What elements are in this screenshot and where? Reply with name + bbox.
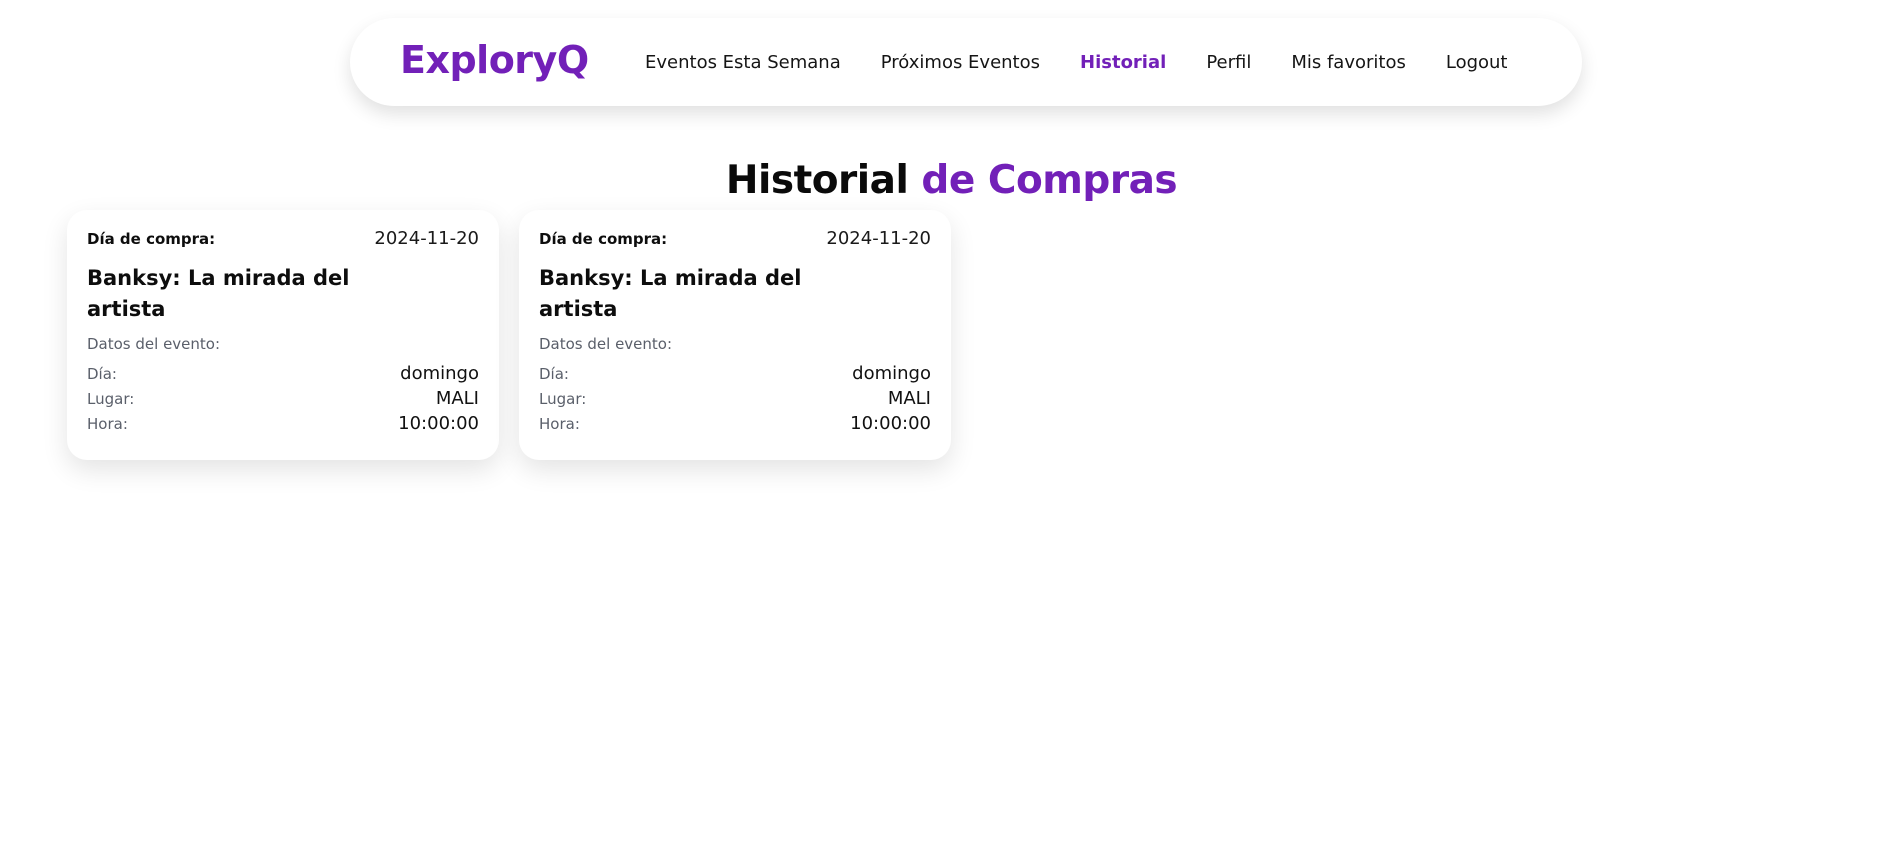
event-title: Banksy: La mirada del artista: [87, 266, 350, 321]
event-day-label: Día:: [539, 365, 569, 383]
event-time-value: 10:00:00: [850, 413, 931, 434]
purchase-date-value: 2024-11-20: [374, 228, 479, 249]
nav-link-historial[interactable]: Historial: [1080, 52, 1166, 73]
event-details-label: Datos del evento:: [539, 335, 673, 353]
event-day-label: Día:: [87, 365, 117, 383]
purchase-card: Día de compra: 2024-11-20 Banksy: La mir…: [67, 210, 499, 460]
event-day-value: domingo: [852, 363, 931, 384]
event-place-label: Lugar:: [87, 390, 135, 408]
event-details: Día: domingo Lugar: MALI Hora: 10:00:00: [87, 363, 479, 438]
nav-link-logout[interactable]: Logout: [1446, 52, 1508, 73]
page-title: Historial de Compras: [0, 154, 1903, 208]
nav-links: Eventos Esta Semana Próximos Eventos His…: [645, 18, 1548, 106]
event-place-value: MALI: [435, 388, 479, 409]
event-details-label: Datos del evento:: [87, 335, 221, 353]
purchase-date-label: Día de compra:: [539, 230, 668, 248]
event-title: Banksy: La mirada del artista: [539, 266, 802, 321]
purchase-date-value: 2024-11-20: [826, 228, 931, 249]
navbar: ExploryQ Eventos Esta Semana Próximos Ev…: [350, 18, 1582, 106]
purchase-card: Día de compra: 2024-11-20 Banksy: La mir…: [519, 210, 951, 460]
event-day-row: Día: domingo: [539, 363, 931, 388]
purchase-date-row: Día de compra: 2024-11-20: [87, 228, 479, 249]
nav-link-proximos-eventos[interactable]: Próximos Eventos: [881, 52, 1040, 73]
event-place-row: Lugar: MALI: [87, 388, 479, 413]
event-time-row: Hora: 10:00:00: [539, 413, 931, 438]
nav-link-mis-favoritos[interactable]: Mis favoritos: [1291, 52, 1406, 73]
event-day-row: Día: domingo: [87, 363, 479, 388]
logo[interactable]: ExploryQ: [400, 38, 589, 82]
purchase-date-row: Día de compra: 2024-11-20: [539, 228, 931, 249]
event-day-value: domingo: [400, 363, 479, 384]
event-place-value: MALI: [887, 388, 931, 409]
nav-link-perfil[interactable]: Perfil: [1206, 52, 1251, 73]
purchase-date-label: Día de compra:: [87, 230, 216, 248]
event-details: Día: domingo Lugar: MALI Hora: 10:00:00: [539, 363, 931, 438]
event-place-label: Lugar:: [539, 390, 587, 408]
page-title-part2: de Compras: [921, 158, 1178, 204]
event-time-label: Hora:: [87, 415, 128, 433]
event-time-label: Hora:: [539, 415, 580, 433]
event-time-row: Hora: 10:00:00: [87, 413, 479, 438]
event-time-value: 10:00:00: [398, 413, 479, 434]
nav-link-eventos-esta-semana[interactable]: Eventos Esta Semana: [645, 52, 841, 73]
event-place-row: Lugar: MALI: [539, 388, 931, 413]
page-title-part1: Historial: [725, 158, 909, 204]
purchase-list: Día de compra: 2024-11-20 Banksy: La mir…: [67, 210, 971, 460]
